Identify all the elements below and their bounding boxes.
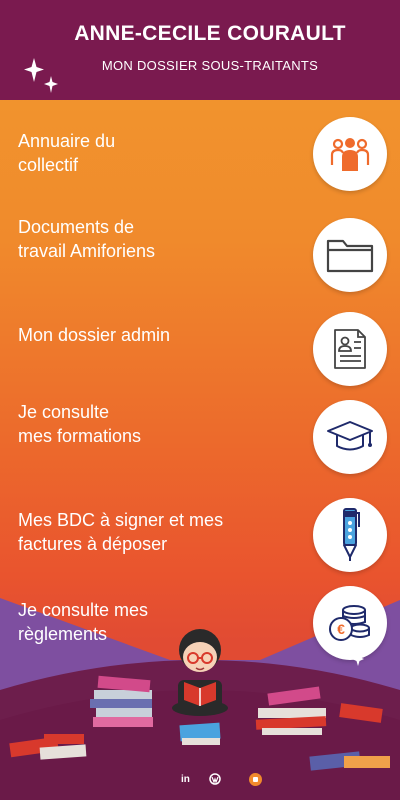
menu-label: Annuaire du collectif bbox=[18, 131, 116, 175]
menu-icon-button[interactable] bbox=[313, 218, 387, 292]
menu-label: Mon dossier admin bbox=[18, 325, 171, 345]
id-document-icon bbox=[334, 329, 366, 369]
app-header: ANNE-CECILE COURAULT MON DOSSIER SOUS-TR… bbox=[0, 0, 400, 100]
menu-label: Documents de travail Amiforiens bbox=[18, 217, 156, 261]
menu-label: Je consulte mes formations bbox=[18, 402, 142, 446]
menu-label: Mes BDC à signer et mes factures à dépos… bbox=[18, 510, 224, 554]
wordpress-icon[interactable] bbox=[209, 773, 221, 785]
menu-item-documents[interactable]: Documents de travail Amiforiens bbox=[0, 205, 400, 292]
menu-icon-button[interactable]: € bbox=[313, 586, 387, 660]
book-stack-left bbox=[90, 675, 153, 727]
page-subtitle: MON DOSSIER SOUS-TRAITANTS bbox=[101, 58, 319, 73]
menu-item-formations[interactable]: Je consulte mes formations bbox=[0, 400, 400, 480]
sparkle-icon bbox=[24, 58, 58, 93]
page-title: ANNE-CECILE COURAULT bbox=[74, 22, 346, 45]
graduation-cap-icon bbox=[327, 421, 373, 451]
menu-item-reglements[interactable]: Je consulte mes règlements € bbox=[0, 586, 400, 666]
menu-icon-button[interactable] bbox=[313, 312, 387, 386]
menu-item-dossier-admin[interactable]: Mon dossier admin bbox=[0, 310, 400, 390]
social-footer: in bbox=[0, 770, 400, 794]
euro-coins-icon: € bbox=[329, 605, 370, 641]
menu-item-annuaire[interactable]: Annuaire du collectif bbox=[0, 115, 400, 195]
pen-icon bbox=[343, 508, 360, 561]
menu-label: Je consulte mes règlements bbox=[18, 600, 149, 644]
linkedin-icon[interactable]: in bbox=[181, 774, 190, 785]
svg-text:€: € bbox=[337, 621, 345, 637]
people-group-icon bbox=[330, 138, 370, 171]
folder-icon bbox=[326, 239, 374, 273]
sparkle-icon bbox=[352, 652, 364, 666]
menu-icon-button[interactable] bbox=[313, 117, 387, 191]
blogger-icon[interactable] bbox=[249, 773, 262, 786]
menu-icon-button[interactable] bbox=[313, 400, 387, 474]
